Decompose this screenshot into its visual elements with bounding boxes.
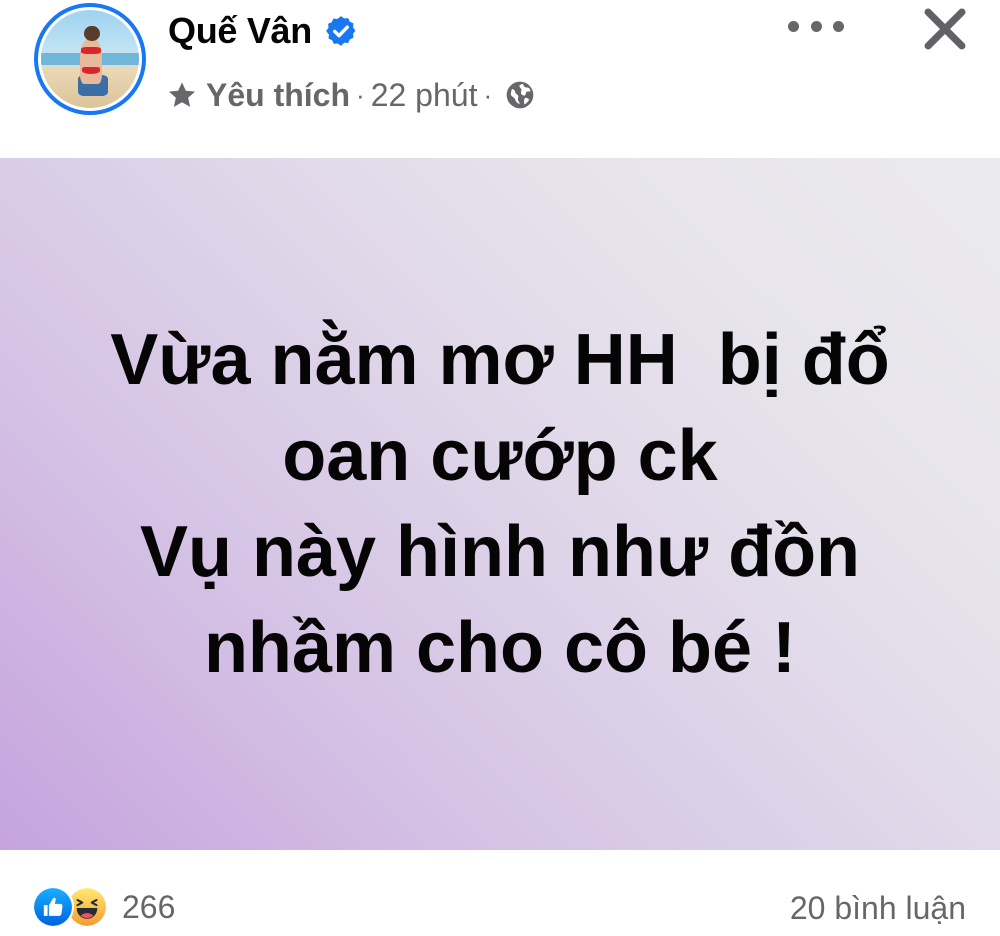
author-name[interactable]: Quế Vân <box>168 10 312 52</box>
more-options-button[interactable] <box>788 8 844 44</box>
author-avatar[interactable] <box>34 3 146 115</box>
post-text: Vừa nằm mơ HH bị đổ oan cướp ck Vụ này h… <box>50 312 950 696</box>
close-icon[interactable] <box>918 2 972 56</box>
post-text-line: Vụ này hình như đồn <box>139 512 861 592</box>
post-meta: Yêu thích · 22 phút · <box>166 72 536 118</box>
post-text-line: oan cướp ck <box>282 416 718 496</box>
avatar-photo <box>41 10 139 108</box>
favorite-label[interactable]: Yêu thích <box>206 77 350 114</box>
more-dot <box>810 20 822 32</box>
globe-icon[interactable] <box>504 79 536 111</box>
reaction-count: 266 <box>122 888 176 925</box>
post-header: Quế Vân Yêu thích · 22 phút · <box>0 0 1000 158</box>
author-row: Quế Vân <box>168 6 358 56</box>
post-text-line: nhầm cho cô bé ! <box>203 608 797 688</box>
star-icon <box>168 82 196 107</box>
verified-badge-icon <box>326 16 356 46</box>
post-time[interactable]: 22 phút <box>371 77 478 114</box>
facebook-post: Quế Vân Yêu thích · 22 phút · Vừa nằm mơ… <box>0 0 1000 936</box>
post-content[interactable]: Vừa nằm mơ HH bị đổ oan cướp ck Vụ này h… <box>0 158 1000 850</box>
comments-count[interactable]: 20 bình luận <box>790 890 966 927</box>
like-icon <box>32 886 74 928</box>
post-text-line: Vừa nằm mơ HH bị đổ <box>110 320 890 400</box>
more-dot <box>833 20 844 32</box>
reactions-summary[interactable]: 266 <box>32 886 175 928</box>
post-footer: 266 20 bình luận <box>0 850 1000 936</box>
more-dot <box>788 20 799 32</box>
meta-separator: · <box>356 79 365 110</box>
meta-separator-2: · <box>483 79 493 110</box>
